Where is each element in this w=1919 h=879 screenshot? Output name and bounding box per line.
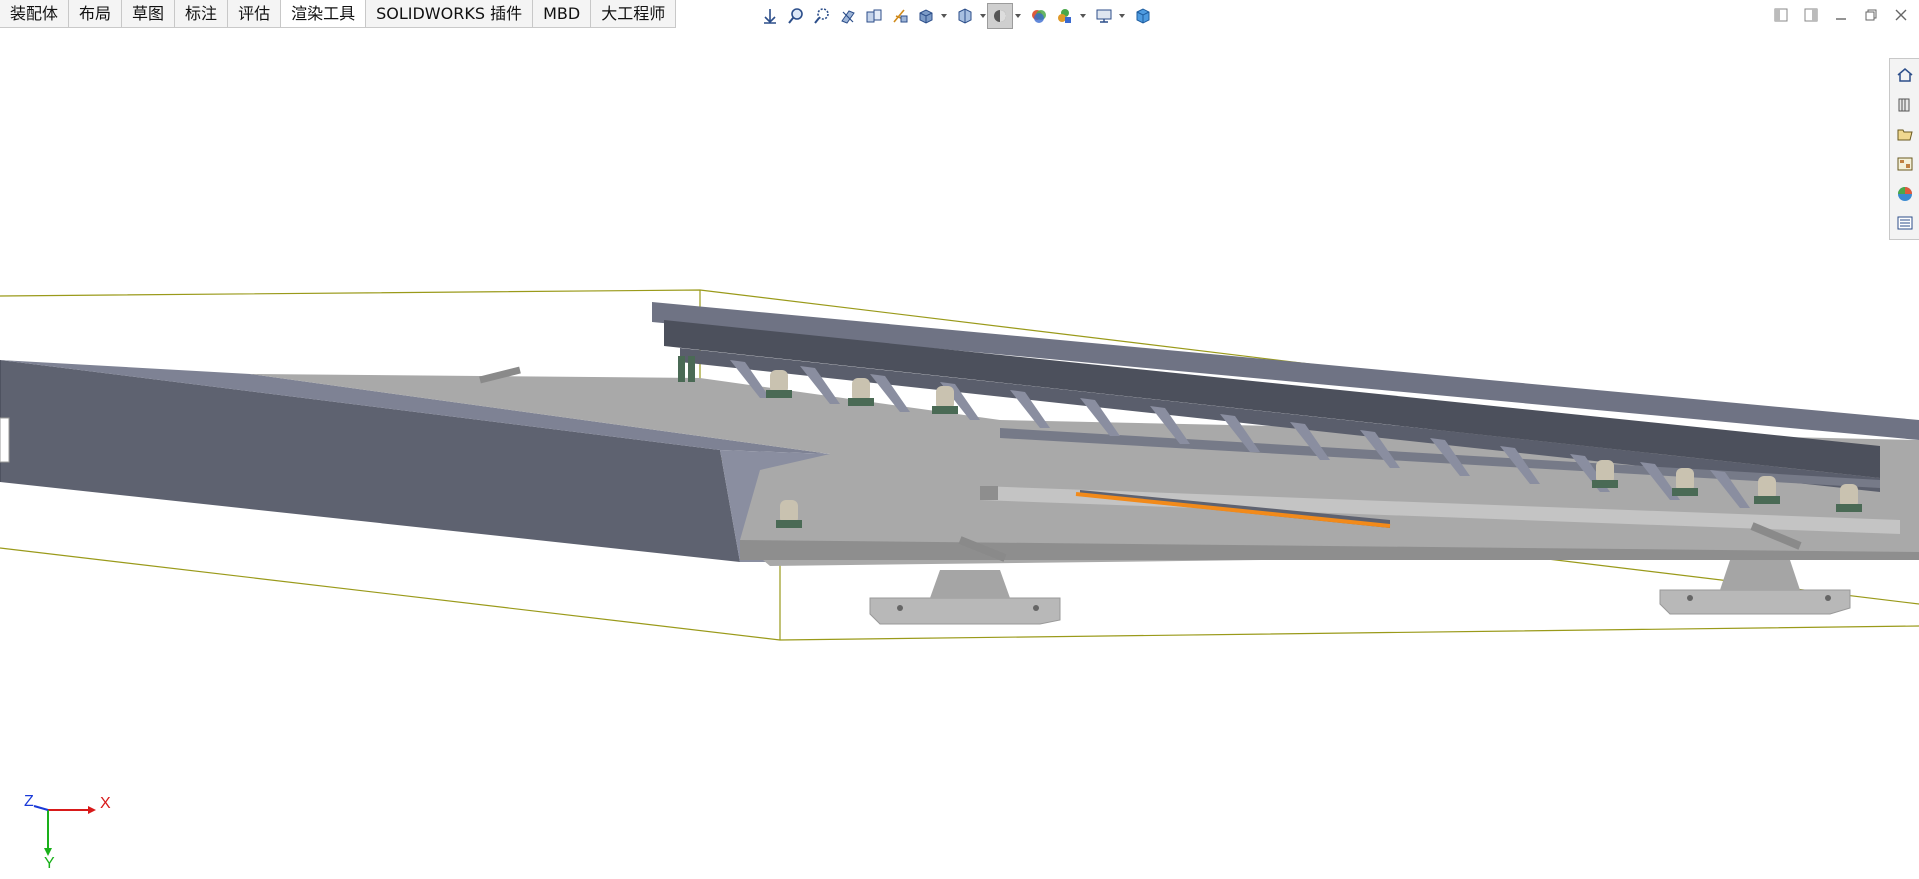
command-manager-tabs: 装配体 布局 草图 标注 评估 渲染工具 SOLIDWORKS 插件 MBD 大工程师 <box>0 0 677 28</box>
triad-z-label: Z <box>24 793 34 810</box>
minimize-icon[interactable] <box>1831 6 1851 24</box>
triad-y-label: Y <box>44 855 55 872</box>
display-style-icon[interactable] <box>913 3 939 29</box>
coordinate-triad: X Y Z <box>24 793 111 872</box>
command-tab[interactable]: MBD <box>533 0 592 27</box>
heads-up-view-toolbar <box>757 2 1156 29</box>
tile-left-icon[interactable] <box>1771 6 1791 24</box>
command-tab[interactable]: 布局 <box>69 0 123 27</box>
view-settings-dropdown[interactable] <box>1117 3 1126 29</box>
hide-show-dropdown[interactable] <box>978 3 987 29</box>
command-tab[interactable]: 标注 <box>175 0 229 27</box>
edit-appearance-icon[interactable] <box>1026 3 1052 29</box>
hide-show-items-icon[interactable] <box>952 3 978 29</box>
zoom-to-fit-icon[interactable] <box>757 3 783 29</box>
command-tab[interactable]: 渲染工具 <box>281 0 367 27</box>
command-tab[interactable]: SOLIDWORKS 插件 <box>366 0 534 27</box>
command-tab[interactable]: 大工程师 <box>591 0 677 27</box>
view-cube-icon[interactable] <box>1130 3 1156 29</box>
display-style-dropdown[interactable] <box>939 3 948 29</box>
view-mode-dropdown[interactable] <box>1013 3 1022 29</box>
view-orientation-icon[interactable] <box>887 3 913 29</box>
restore-icon[interactable] <box>1861 6 1881 24</box>
zoom-to-area-icon[interactable] <box>783 3 809 29</box>
tile-right-icon[interactable] <box>1801 6 1821 24</box>
view-mode-toggle-icon[interactable] <box>987 2 1013 29</box>
close-icon[interactable] <box>1891 6 1911 24</box>
command-tab[interactable]: 装配体 <box>0 0 70 27</box>
triad-x-label: X <box>100 795 111 812</box>
window-controls <box>1771 6 1911 24</box>
command-tab[interactable]: 评估 <box>228 0 282 27</box>
section-view-icon[interactable] <box>835 3 861 29</box>
previous-view-icon[interactable] <box>809 3 835 29</box>
apply-scene-dropdown[interactable] <box>1078 3 1087 29</box>
command-tab[interactable]: 草图 <box>122 0 176 27</box>
view-settings-icon[interactable] <box>1091 3 1117 29</box>
apply-scene-icon[interactable] <box>1052 3 1078 29</box>
graphics-area[interactable]: X Y Z <box>0 28 1919 879</box>
dynamic-annotation-views-icon[interactable] <box>861 3 887 29</box>
